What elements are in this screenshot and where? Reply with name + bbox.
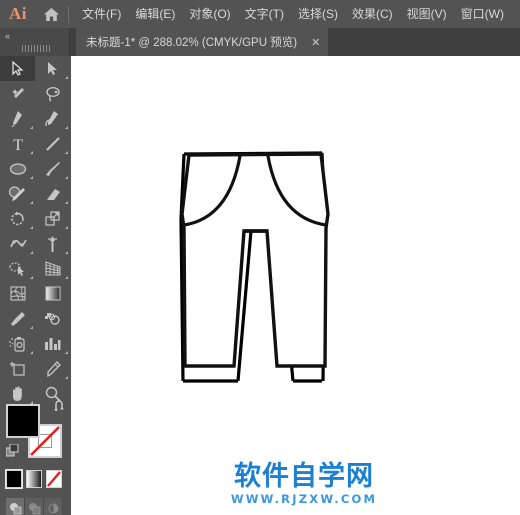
flyout-indicator	[65, 76, 68, 79]
flyout-indicator	[30, 201, 33, 204]
flyout-indicator	[30, 151, 33, 154]
flyout-indicator	[30, 351, 33, 354]
blend-tool[interactable]	[35, 306, 70, 331]
line-segment-tool[interactable]	[35, 131, 70, 156]
menu-file[interactable]: 文件(F)	[75, 0, 128, 28]
menu-view[interactable]: 视图(V)	[400, 0, 454, 28]
menu-edit[interactable]: 编辑(E)	[128, 0, 182, 28]
document-tab-bar: « 未标题-1* @ 288.02% (CMYK/GPU 预览) ✕	[0, 28, 520, 56]
type-tool[interactable]: T	[0, 131, 35, 156]
flyout-indicator	[65, 351, 68, 354]
menu-window[interactable]: 窗口(W)	[454, 0, 511, 28]
menu-effect[interactable]: 效果(C)	[345, 0, 400, 28]
lasso-tool[interactable]	[35, 81, 70, 106]
menu-select[interactable]: 选择(S)	[291, 0, 345, 28]
pen-tool[interactable]	[0, 106, 35, 131]
shape-builder-tool[interactable]	[0, 256, 35, 281]
document-tab[interactable]: 未标题-1* @ 288.02% (CMYK/GPU 预览) ✕	[76, 28, 329, 56]
document-tab-title: 未标题-1* @ 288.02% (CMYK/GPU 预览)	[86, 37, 298, 49]
artboard-tool[interactable]	[0, 356, 35, 381]
flyout-indicator	[65, 201, 68, 204]
eyedropper-tool[interactable]	[0, 306, 35, 331]
flyout-indicator	[30, 276, 33, 279]
perspective-grid-tool[interactable]	[35, 256, 70, 281]
flyout-indicator	[65, 226, 68, 229]
direct-selection-tool[interactable]	[35, 56, 70, 81]
illustrator-window: Ai 文件(F) 编辑(E) 对象(O) 文字(T) 选择(S) 效果(C) 视…	[0, 0, 520, 515]
gradient-tool[interactable]	[35, 281, 70, 306]
tool-grid: T	[0, 56, 70, 406]
menu-object[interactable]: 对象(O)	[182, 0, 237, 28]
mesh-tool[interactable]	[0, 281, 35, 306]
flyout-indicator	[65, 276, 68, 279]
pants-main-outline[interactable]	[71, 56, 520, 515]
magic-wand-tool[interactable]	[0, 81, 35, 106]
color-swatch[interactable]	[5, 469, 23, 489]
flyout-indicator	[30, 251, 33, 254]
flyout-indicator	[30, 226, 33, 229]
draw-normal-mode[interactable]	[6, 498, 25, 515]
paintbrush-tool[interactable]	[35, 156, 70, 181]
artboard-canvas[interactable]: 软件自学网 WWW.RJZXW.COM	[71, 56, 520, 515]
color-mode-swatches	[5, 469, 64, 492]
column-graph-tool[interactable]	[35, 331, 70, 356]
draw-mode-buttons	[6, 498, 64, 515]
flyout-indicator	[30, 326, 33, 329]
close-icon[interactable]: ✕	[311, 36, 320, 49]
rotate-tool[interactable]	[0, 206, 35, 231]
none-swatch[interactable]	[46, 470, 62, 488]
flyout-indicator	[65, 251, 68, 254]
symbol-sprayer-tool[interactable]	[0, 331, 35, 356]
hand-tool[interactable]	[0, 381, 35, 406]
flyout-indicator	[65, 376, 68, 379]
flyout-indicator	[65, 151, 68, 154]
scale-tool[interactable]	[35, 206, 70, 231]
draw-inside-mode[interactable]	[44, 498, 63, 515]
swap-fill-stroke-icon[interactable]	[53, 400, 66, 416]
toolbar-header: «	[0, 28, 70, 56]
ai-logo: Ai	[9, 4, 27, 23]
menu-divider	[68, 5, 69, 23]
shaper-tool[interactable]	[0, 181, 35, 206]
eraser-tool[interactable]	[35, 181, 70, 206]
flyout-indicator	[30, 126, 33, 129]
svg-text:T: T	[13, 137, 23, 152]
draw-behind-mode[interactable]	[25, 498, 44, 515]
ellipse-tool[interactable]	[0, 156, 35, 181]
fill-stroke-control	[5, 400, 64, 462]
menu-type[interactable]: 文字(T)	[238, 0, 291, 28]
selection-tool[interactable]	[0, 56, 35, 81]
gradient-swatch[interactable]	[26, 470, 42, 488]
flyout-indicator	[65, 176, 68, 179]
curvature-tool[interactable]	[35, 106, 70, 131]
fill-swatch[interactable]	[6, 404, 40, 438]
free-transform-tool[interactable]	[35, 231, 70, 256]
slice-tool[interactable]	[35, 356, 70, 381]
default-fill-stroke-icon[interactable]	[5, 443, 20, 458]
menu-bar: Ai 文件(F) 编辑(E) 对象(O) 文字(T) 选择(S) 效果(C) 视…	[0, 0, 520, 28]
collapse-panel-icon[interactable]: «	[5, 30, 23, 42]
home-icon[interactable]	[36, 0, 66, 28]
toolbar-drag-handle[interactable]	[22, 45, 50, 52]
flyout-indicator	[65, 126, 68, 129]
flyout-indicator	[30, 176, 33, 179]
width-tool[interactable]	[0, 231, 35, 256]
tools-panel: T	[0, 56, 70, 515]
